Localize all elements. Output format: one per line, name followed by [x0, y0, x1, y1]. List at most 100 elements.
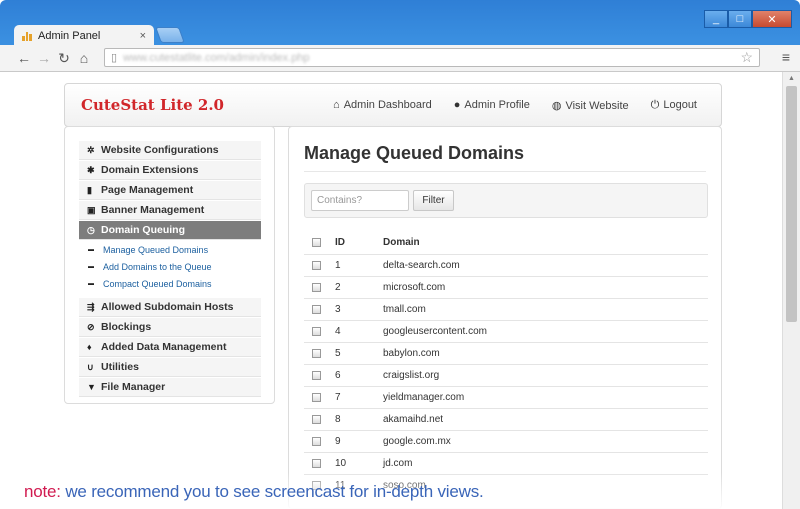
scroll-up-arrow-icon[interactable]: ▲ [783, 72, 800, 86]
vertical-scrollbar[interactable]: ▲ [782, 72, 800, 509]
power-icon: ⏻ [650, 98, 660, 111]
window-controls: _ □ ✕ [704, 10, 792, 28]
sidebar-item-file-manager[interactable]: ▼ File Manager [79, 378, 261, 397]
row-id: 4 [335, 326, 341, 337]
magnet-icon: ∪ [87, 361, 94, 372]
tab-bar: Admin Panel × [14, 24, 185, 46]
nav-admin-dashboard[interactable]: ⌂ Admin Dashboard [333, 99, 432, 112]
home-icon: ⌂ [333, 98, 340, 111]
row-checkbox[interactable] [312, 437, 321, 446]
row-domain: jd.com [383, 458, 413, 469]
sidebar-item-blockings[interactable]: ⊘ Blockings [79, 318, 261, 337]
sidebar-subitem-manage-queued-domains[interactable]: ▬ Manage Queued Domains [79, 241, 261, 258]
sidebar-item-label: Domain Queuing [101, 224, 185, 236]
reload-icon[interactable]: ↻ [54, 50, 74, 67]
row-checkbox[interactable] [312, 261, 321, 270]
sidebar-item-label: Blockings [101, 321, 152, 333]
row-id: 5 [335, 348, 341, 359]
sidebar-item-domain-queuing[interactable]: ◷ Domain Queuing [79, 221, 261, 240]
row-checkbox[interactable] [312, 415, 321, 424]
row-domain: yieldmanager.com [383, 392, 465, 403]
row-domain: akamaihd.net [383, 414, 444, 425]
page-icon: ▯ [111, 52, 118, 64]
new-tab-button[interactable] [155, 27, 185, 43]
file-icon: ▮ [87, 184, 92, 195]
nav-visit-website[interactable]: ◍ Visit Website [552, 99, 629, 112]
row-checkbox[interactable] [312, 305, 321, 314]
row-id: 9 [335, 436, 341, 447]
row-domain: babylon.com [383, 348, 440, 359]
gear-icon: ✲ [87, 144, 95, 155]
image-icon: ▣ [87, 204, 96, 215]
close-window-button[interactable]: ✕ [752, 10, 792, 28]
brand-logo[interactable]: CuteStat Lite 2.0 [81, 96, 224, 114]
globe-icon: ◍ [551, 99, 562, 112]
url-text: www.cutestatlite.com/admin/index.php [123, 51, 310, 64]
row-domain: tmall.com [383, 304, 426, 315]
tab-close-icon[interactable]: × [140, 30, 146, 42]
page-viewport: CuteStat Lite 2.0 ⌂ Admin Dashboard ● Admi… [0, 72, 782, 509]
sidebar-item-utilities[interactable]: ∪ Utilities [79, 358, 261, 377]
browser-toolbar: ← → ↻ ⌂ ▯ www.cutestatlite.com/admin/ind… [0, 45, 800, 72]
share-icon: ⇶ [87, 301, 95, 312]
note-label: note: [24, 482, 61, 501]
contains-input[interactable] [311, 190, 409, 211]
column-header-id: ID [335, 237, 345, 248]
ban-icon: ⊘ [87, 321, 95, 332]
row-checkbox[interactable] [312, 459, 321, 468]
minus-icon: ▬ [88, 263, 94, 270]
sidebar: ✲ Website Configurations ✱ Domain Extension… [64, 126, 275, 404]
sidebar-item-website-configurations[interactable]: ✲ Website Configurations [79, 141, 261, 160]
maximize-button[interactable]: □ [728, 10, 752, 28]
row-checkbox[interactable] [312, 349, 321, 358]
table-row: 3 tmall.com [304, 298, 708, 320]
sidebar-item-added-data-management[interactable]: ♦ Added Data Management [79, 338, 261, 357]
sidebar-item-label: Banner Management [101, 204, 205, 216]
table-row: 7 yieldmanager.com [304, 386, 708, 408]
back-arrow-icon[interactable]: ← [14, 50, 34, 66]
sidebar-item-page-management[interactable]: ▮ Page Management [79, 181, 261, 200]
column-header-domain: Domain [383, 237, 420, 248]
table-row: 8 akamaihd.net [304, 408, 708, 430]
sidebar-item-label: Website Configurations [101, 144, 219, 156]
row-domain: google.com.mx [383, 436, 451, 447]
sidebar-subitem-compact-queued-domains[interactable]: ▬ Compact Queued Domains [79, 275, 261, 292]
row-checkbox[interactable] [312, 283, 321, 292]
minimize-button[interactable]: _ [704, 10, 728, 28]
table-row: 6 craigslist.org [304, 364, 708, 386]
row-domain: craigslist.org [383, 370, 440, 381]
select-all-checkbox[interactable] [312, 238, 321, 247]
table-row: 5 babylon.com [304, 342, 708, 364]
admin-header: CuteStat Lite 2.0 ⌂ Admin Dashboard ● Admi… [64, 83, 722, 127]
forward-arrow-icon[interactable]: → [34, 50, 54, 66]
sidebar-item-allowed-subdomain-hosts[interactable]: ⇶ Allowed Subdomain Hosts [79, 298, 261, 317]
home-icon[interactable]: ⌂ [74, 50, 94, 66]
table-row: 9 google.com.mx [304, 430, 708, 452]
sidebar-subitem-add-domains-to-the-queue[interactable]: ▬ Add Domains to the Queue [79, 258, 261, 275]
row-checkbox[interactable] [312, 327, 321, 336]
sidebar-item-label: Utilities [101, 361, 139, 373]
nav-admin-profile[interactable]: ● Admin Profile [454, 99, 530, 112]
row-checkbox[interactable] [312, 371, 321, 380]
star-icon[interactable]: ☆ [740, 49, 753, 66]
domain-table: ID Domain 1 delta-search.com 2 microsoft.co… [304, 231, 708, 496]
sidebar-item-domain-extensions[interactable]: ✱ Domain Extensions [79, 161, 261, 180]
minus-icon: ▬ [88, 280, 94, 287]
map-marker-icon: ♦ [87, 342, 92, 352]
row-id: 6 [335, 370, 341, 381]
row-id: 10 [335, 458, 347, 469]
browser-tab[interactable]: Admin Panel × [14, 25, 154, 46]
menu-icon[interactable]: ≡ [782, 49, 790, 65]
sidebar-item-label: Domain Extensions [101, 164, 199, 176]
filter-button[interactable]: Filter [413, 190, 454, 211]
table-row: 4 googleusercontent.com [304, 320, 708, 342]
row-id: 8 [335, 414, 341, 425]
filter-icon: ▼ [87, 382, 96, 392]
sidebar-subitem-label: Manage Queued Domains [103, 244, 209, 255]
row-checkbox[interactable] [312, 393, 321, 402]
row-id: 1 [335, 260, 341, 271]
nav-logout[interactable]: ⏻ Logout [651, 99, 697, 112]
address-bar[interactable]: ▯ www.cutestatlite.com/admin/index.php ☆ [104, 48, 760, 67]
scroll-thumb[interactable] [786, 86, 797, 322]
sidebar-item-banner-management[interactable]: ▣ Banner Management [79, 201, 261, 220]
